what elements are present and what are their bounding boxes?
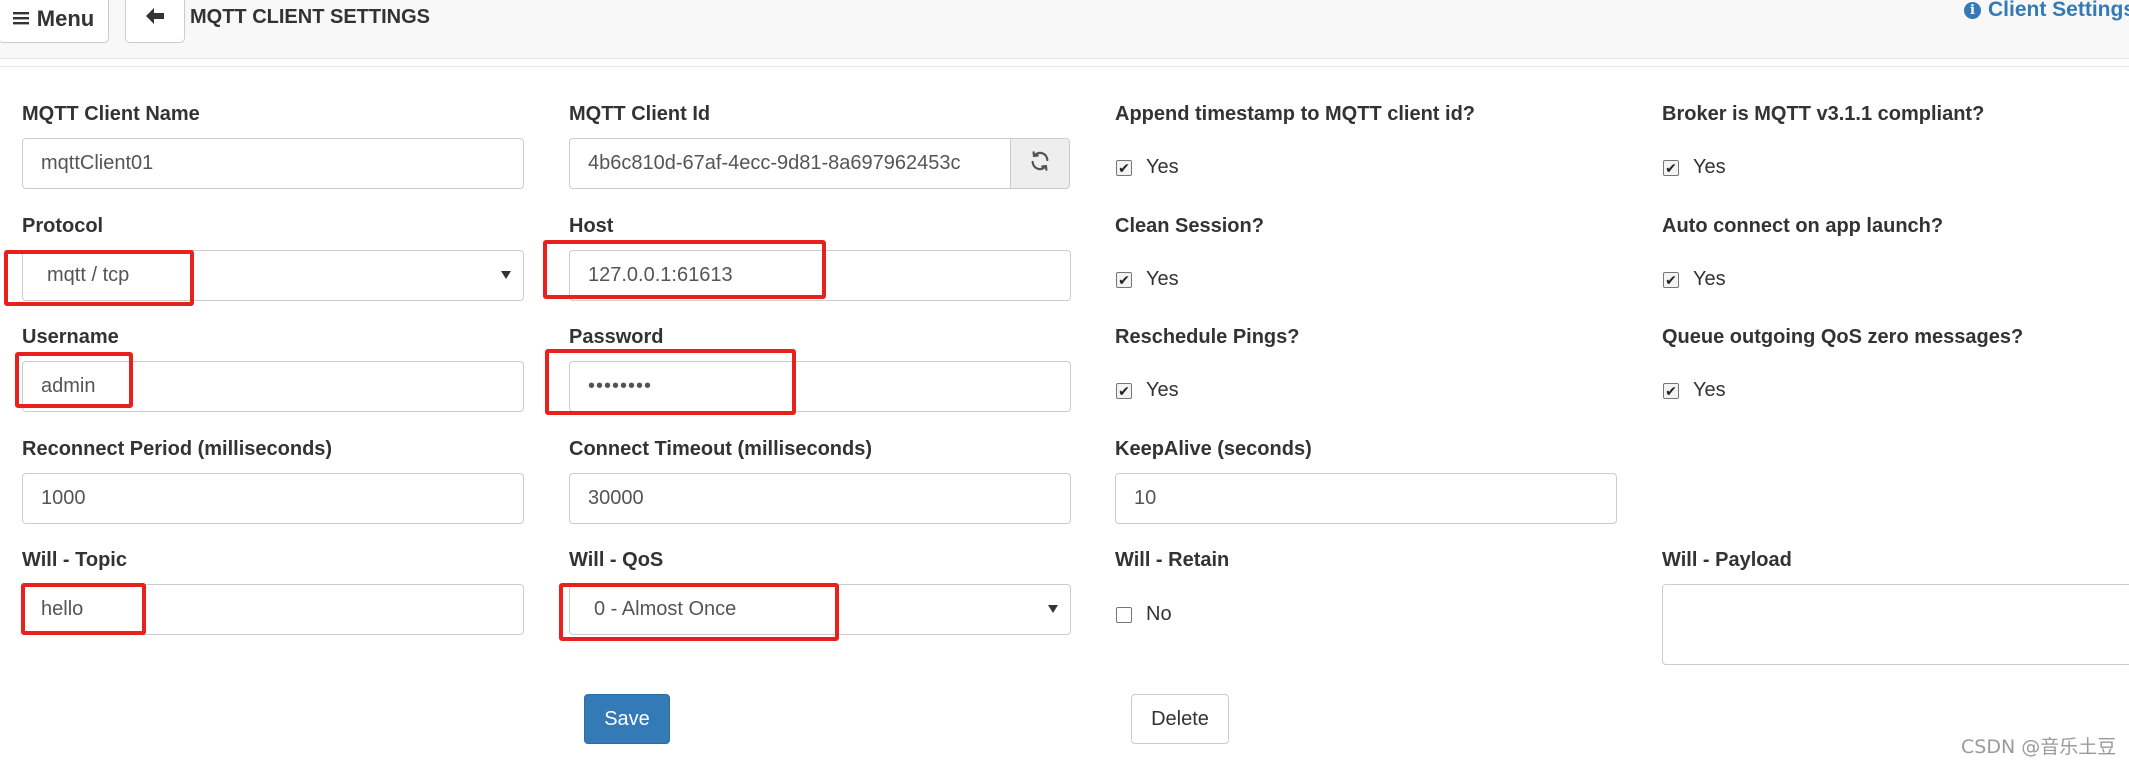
checkbox-checked-icon: ✔ [1663, 382, 1679, 399]
will-payload-textarea[interactable] [1662, 584, 2129, 665]
info-icon: i [1963, 1, 1981, 19]
arrow-left-icon [145, 7, 165, 30]
reschedule-pings-option: Yes [1146, 379, 1179, 401]
username-input[interactable]: admin [22, 361, 524, 412]
queue-qos-zero-label: Queue outgoing QoS zero messages? [1662, 326, 2024, 348]
append-timestamp-checkbox[interactable]: ✔ Yes [1116, 156, 1179, 179]
caret-down-icon [1048, 605, 1058, 613]
hamburger-icon [12, 6, 29, 32]
checkbox-checked-icon: ✔ [1116, 271, 1132, 288]
menu-label: Menu [36, 5, 95, 31]
broker-v311-label: Broker is MQTT v3.1.1 compliant? [1662, 103, 1985, 125]
will-qos-label: Will - QoS [569, 549, 664, 571]
regenerate-client-id-button[interactable] [1010, 138, 1070, 189]
checkbox-checked-icon: ✔ [1116, 159, 1132, 176]
checkbox-checked-icon: ✔ [1116, 382, 1132, 399]
host-label: Host [569, 215, 614, 237]
checkbox-unchecked-icon [1116, 606, 1132, 623]
top-navbar: Menu MQTT CLIENT SETTINGS i Client Setti… [0, 0, 2129, 59]
keepalive-input[interactable]: 10 [1115, 473, 1617, 524]
client-settings-help-link[interactable]: i Client Settings [1963, 0, 2129, 22]
clean-session-label: Clean Session? [1115, 215, 1264, 237]
auto-connect-checkbox[interactable]: ✔ Yes [1663, 268, 1726, 291]
menu-button[interactable]: Menu [0, 0, 109, 43]
save-button[interactable]: Save [584, 694, 670, 744]
watermark-text: CSDN @音乐土豆 [1961, 736, 2117, 758]
protocol-value: mqtt / tcp [47, 264, 130, 286]
client-name-input[interactable]: mqttClient01 [22, 138, 524, 189]
password-input[interactable]: •••••••• [569, 361, 1071, 412]
will-qos-value: 0 - Almost Once [594, 598, 737, 620]
auto-connect-label: Auto connect on app launch? [1662, 215, 1944, 237]
host-input[interactable]: 127.0.0.1:61613 [569, 250, 1071, 301]
header-divider [0, 66, 2129, 67]
will-topic-input[interactable]: hello [22, 584, 524, 635]
connect-timeout-label: Connect Timeout (milliseconds) [569, 438, 872, 460]
reconnect-period-label: Reconnect Period (milliseconds) [22, 438, 333, 460]
client-id-input[interactable]: 4b6c810d-67af-4ecc-9d81-8a697962453c [569, 138, 1011, 189]
protocol-select[interactable]: mqtt / tcp [22, 250, 524, 301]
clean-session-option: Yes [1146, 268, 1179, 290]
client-name-label: MQTT Client Name [22, 103, 200, 125]
client-id-label: MQTT Client Id [569, 103, 711, 125]
checkbox-checked-icon: ✔ [1663, 159, 1679, 176]
reschedule-pings-checkbox[interactable]: ✔ Yes [1116, 379, 1179, 402]
broker-v311-checkbox[interactable]: ✔ Yes [1663, 156, 1726, 179]
checkbox-checked-icon: ✔ [1663, 271, 1679, 288]
delete-button[interactable]: Delete [1131, 694, 1229, 744]
will-topic-label: Will - Topic [22, 549, 127, 571]
username-label: Username [22, 326, 119, 348]
will-retain-checkbox[interactable]: No [1116, 603, 1172, 626]
keepalive-label: KeepAlive (seconds) [1115, 438, 1312, 460]
clean-session-checkbox[interactable]: ✔ Yes [1116, 268, 1179, 291]
help-link-label: Client Settings [1987, 0, 2129, 21]
append-timestamp-option: Yes [1146, 156, 1179, 178]
auto-connect-option: Yes [1693, 268, 1726, 290]
protocol-label: Protocol [22, 215, 104, 237]
caret-down-icon [501, 271, 511, 279]
append-timestamp-label: Append timestamp to MQTT client id? [1115, 103, 1475, 125]
connect-timeout-input[interactable]: 30000 [569, 473, 1071, 524]
reschedule-pings-label: Reschedule Pings? [1115, 326, 1300, 348]
back-button[interactable] [125, 0, 185, 43]
refresh-icon [1029, 150, 1051, 177]
will-payload-label: Will - Payload [1662, 549, 1792, 571]
will-retain-option: No [1146, 603, 1172, 625]
will-retain-label: Will - Retain [1115, 549, 1230, 571]
queue-qos-zero-checkbox[interactable]: ✔ Yes [1663, 379, 1726, 402]
password-label: Password [569, 326, 664, 348]
will-qos-select[interactable]: 0 - Almost Once [569, 584, 1071, 635]
reconnect-period-input[interactable]: 1000 [22, 473, 524, 524]
page-title: MQTT CLIENT SETTINGS [190, 6, 430, 28]
broker-v311-option: Yes [1693, 156, 1726, 178]
queue-qos-zero-option: Yes [1693, 379, 1726, 401]
